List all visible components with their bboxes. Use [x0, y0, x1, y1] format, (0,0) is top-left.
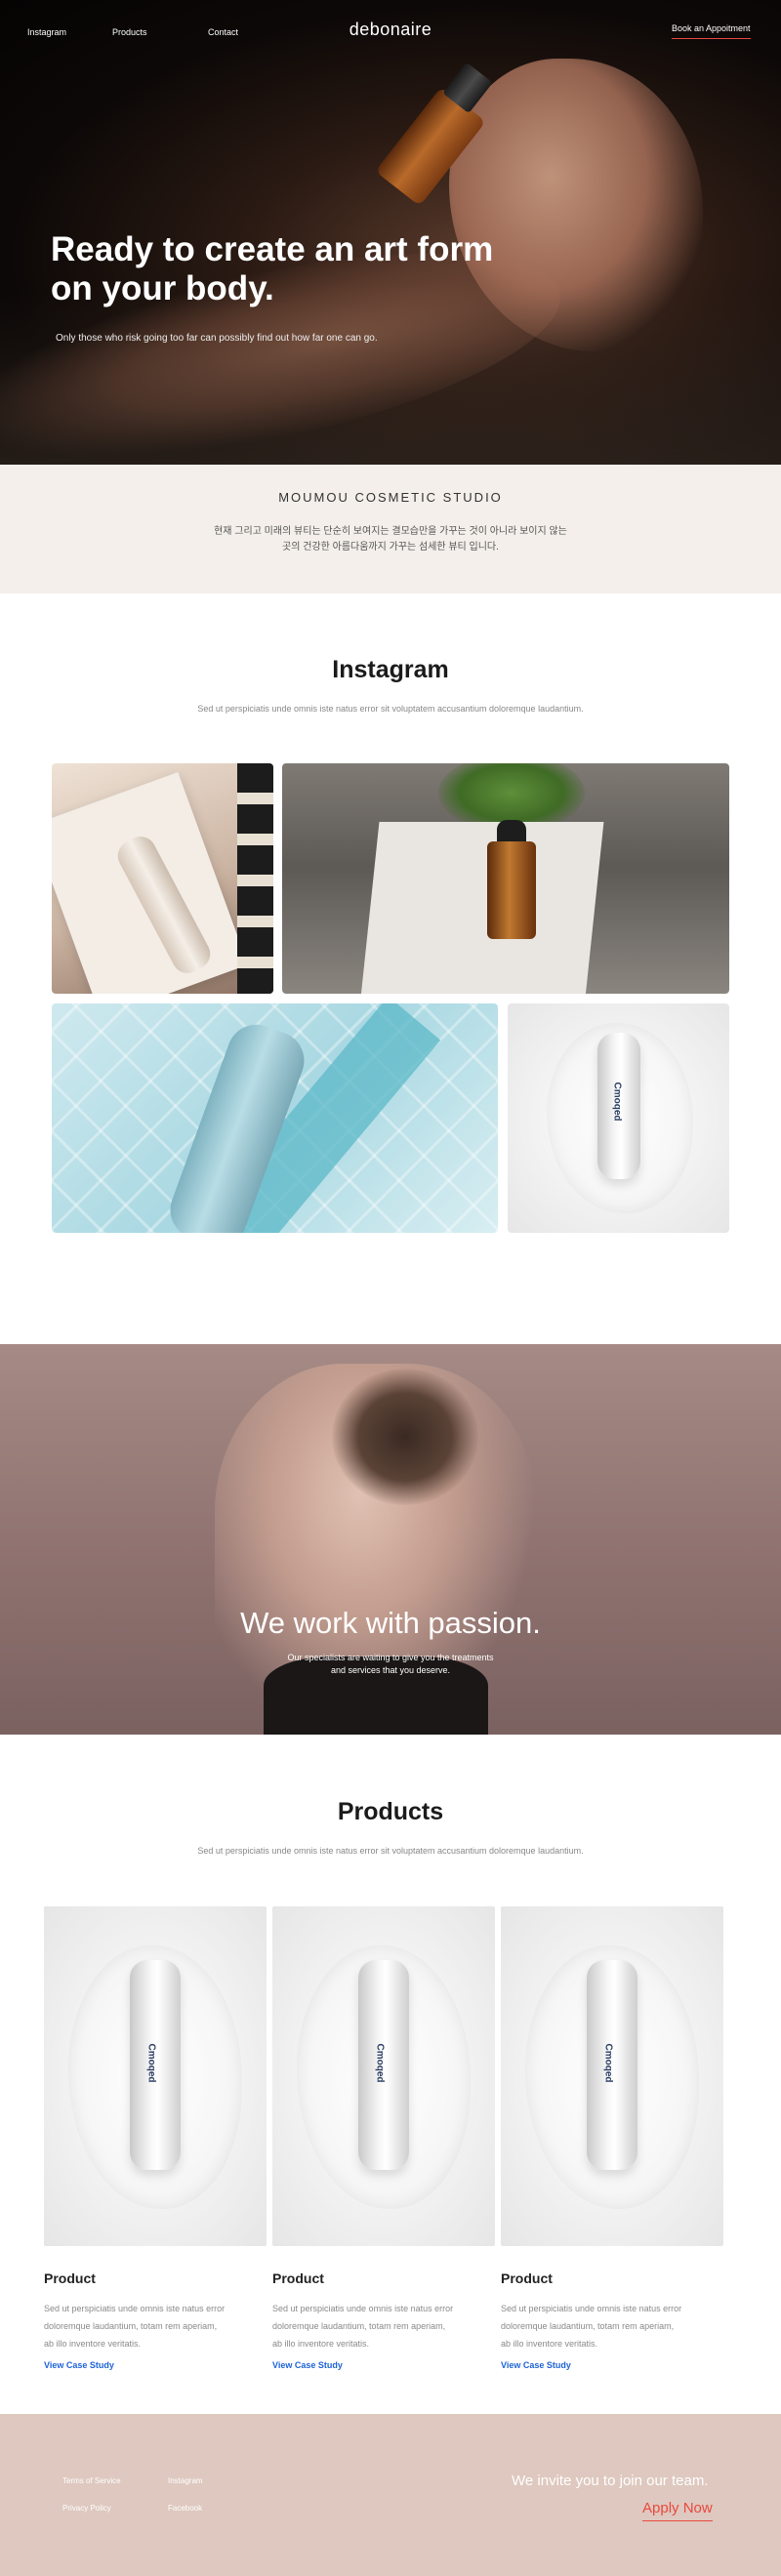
studio-description: 현재 그리고 미래의 뷰티는 단순히 보여지는 결모습만을 가꾸는 것이 아니라… [205, 524, 576, 555]
book-appointment-button[interactable]: Book an Appoitment [672, 23, 751, 39]
view-case-study-link[interactable]: View Case Study [44, 2360, 114, 2370]
product-card-description-line: Sed ut perspiciatis unde omnis iste natu… [501, 2304, 682, 2313]
studio-section: MOUMOU COSMETIC STUDIO 현재 그리고 미래의 뷰티는 단순… [0, 465, 781, 593]
passion-text-line-2: and services that you deserve. [330, 1665, 451, 1675]
passion-image-hair [332, 1369, 478, 1505]
passion-title: We work with passion. [240, 1606, 541, 1640]
hero-subtitle: Only those who risk going too far can po… [56, 333, 378, 344]
instagram-subtitle: Sed ut perspiciatis unde omnis iste natu… [197, 704, 584, 714]
product-card-description-line: Sed ut perspiciatis unde omnis iste natu… [44, 2304, 226, 2313]
instagram-photo-book[interactable] [52, 763, 273, 994]
footer-link-instagram[interactable]: Instagram [168, 2476, 203, 2485]
product-can-label: Cmoqed [602, 2043, 614, 2083]
passion-text-line-1: Our specialists are waiting to give you … [287, 1653, 494, 1662]
footer-link-facebook[interactable]: Facebook [168, 2504, 202, 2513]
product-card-title: Product [272, 2270, 324, 2286]
product-can-label: Cmoqed [374, 2043, 386, 2083]
product-card-image[interactable]: Cmoqed [501, 1906, 723, 2246]
product-card-description-line: ab illo inventore veritatis. [272, 2339, 370, 2349]
product-card-description-line: ab illo inventore veritatis. [501, 2339, 598, 2349]
photo-product-label: Cmoqed [611, 1082, 623, 1122]
product-card-description: Sed ut perspiciatis unde omnis iste natu… [44, 2300, 267, 2352]
photo-board-shape [360, 822, 604, 994]
hero-title: Ready to create an art form on your body… [51, 230, 494, 307]
photo-dropper-bottle [487, 841, 536, 939]
product-can-label: Cmoqed [145, 2043, 157, 2083]
product-card-title: Product [44, 2270, 96, 2286]
instagram-photo-product[interactable]: Cmoqed [508, 1003, 729, 1233]
instagram-title: Instagram [332, 656, 449, 683]
product-card-image[interactable]: Cmoqed [44, 1906, 267, 2246]
footer-link-privacy[interactable]: Privacy Policy [62, 2504, 111, 2513]
instagram-photo-pool[interactable] [52, 1003, 498, 1233]
products-subtitle: Sed ut perspiciatis unde omnis iste natu… [197, 1846, 584, 1856]
photo-stripe-shape [237, 763, 273, 994]
footer-invite-text: We invite you to join our team. [512, 2473, 709, 2489]
page: Instagram Products Contact debonaire Boo… [0, 0, 781, 2576]
apply-now-button[interactable]: Apply Now [642, 2500, 713, 2521]
studio-description-line-2: 곳의 건강한 아름다움까지 가꾸는 섬세한 뷰티 입니다. [282, 542, 499, 552]
instagram-photo-dropper[interactable] [282, 763, 729, 994]
hero-overlay [0, 293, 781, 465]
hero-section: Instagram Products Contact debonaire Boo… [0, 0, 781, 465]
passion-text: Our specialists are waiting to give you … [0, 1652, 781, 1677]
top-nav: Instagram Products Contact debonaire Boo… [0, 0, 781, 62]
studio-title: MOUMOU COSMETIC STUDIO [278, 490, 503, 505]
product-card-description: Sed ut perspiciatis unde omnis iste natu… [272, 2300, 495, 2352]
product-card-description-line: doloremque laudantium, totam rem aperiam… [44, 2321, 218, 2331]
studio-description-line-1: 현재 그리고 미래의 뷰티는 단순히 보여지는 결모습만을 가꾸는 것이 아니라… [214, 526, 567, 537]
footer-link-terms[interactable]: Terms of Service [62, 2476, 121, 2485]
product-card-description-line: Sed ut perspiciatis unde omnis iste natu… [272, 2304, 454, 2313]
product-card-description-line: doloremque laudantium, totam rem aperiam… [272, 2321, 446, 2331]
products-title: Products [337, 1798, 444, 1825]
view-case-study-link[interactable]: View Case Study [272, 2360, 343, 2370]
footer: Terms of Service Instagram Privacy Polic… [0, 2414, 781, 2576]
view-case-study-link[interactable]: View Case Study [501, 2360, 571, 2370]
product-card-title: Product [501, 2270, 553, 2286]
brand-logo[interactable]: debonaire [0, 20, 781, 40]
product-card-description-line: ab illo inventore veritatis. [44, 2339, 142, 2349]
product-card-description-line: doloremque laudantium, totam rem aperiam… [501, 2321, 675, 2331]
product-card-description: Sed ut perspiciatis unde omnis iste natu… [501, 2300, 723, 2352]
product-card-image[interactable]: Cmoqed [272, 1906, 495, 2246]
